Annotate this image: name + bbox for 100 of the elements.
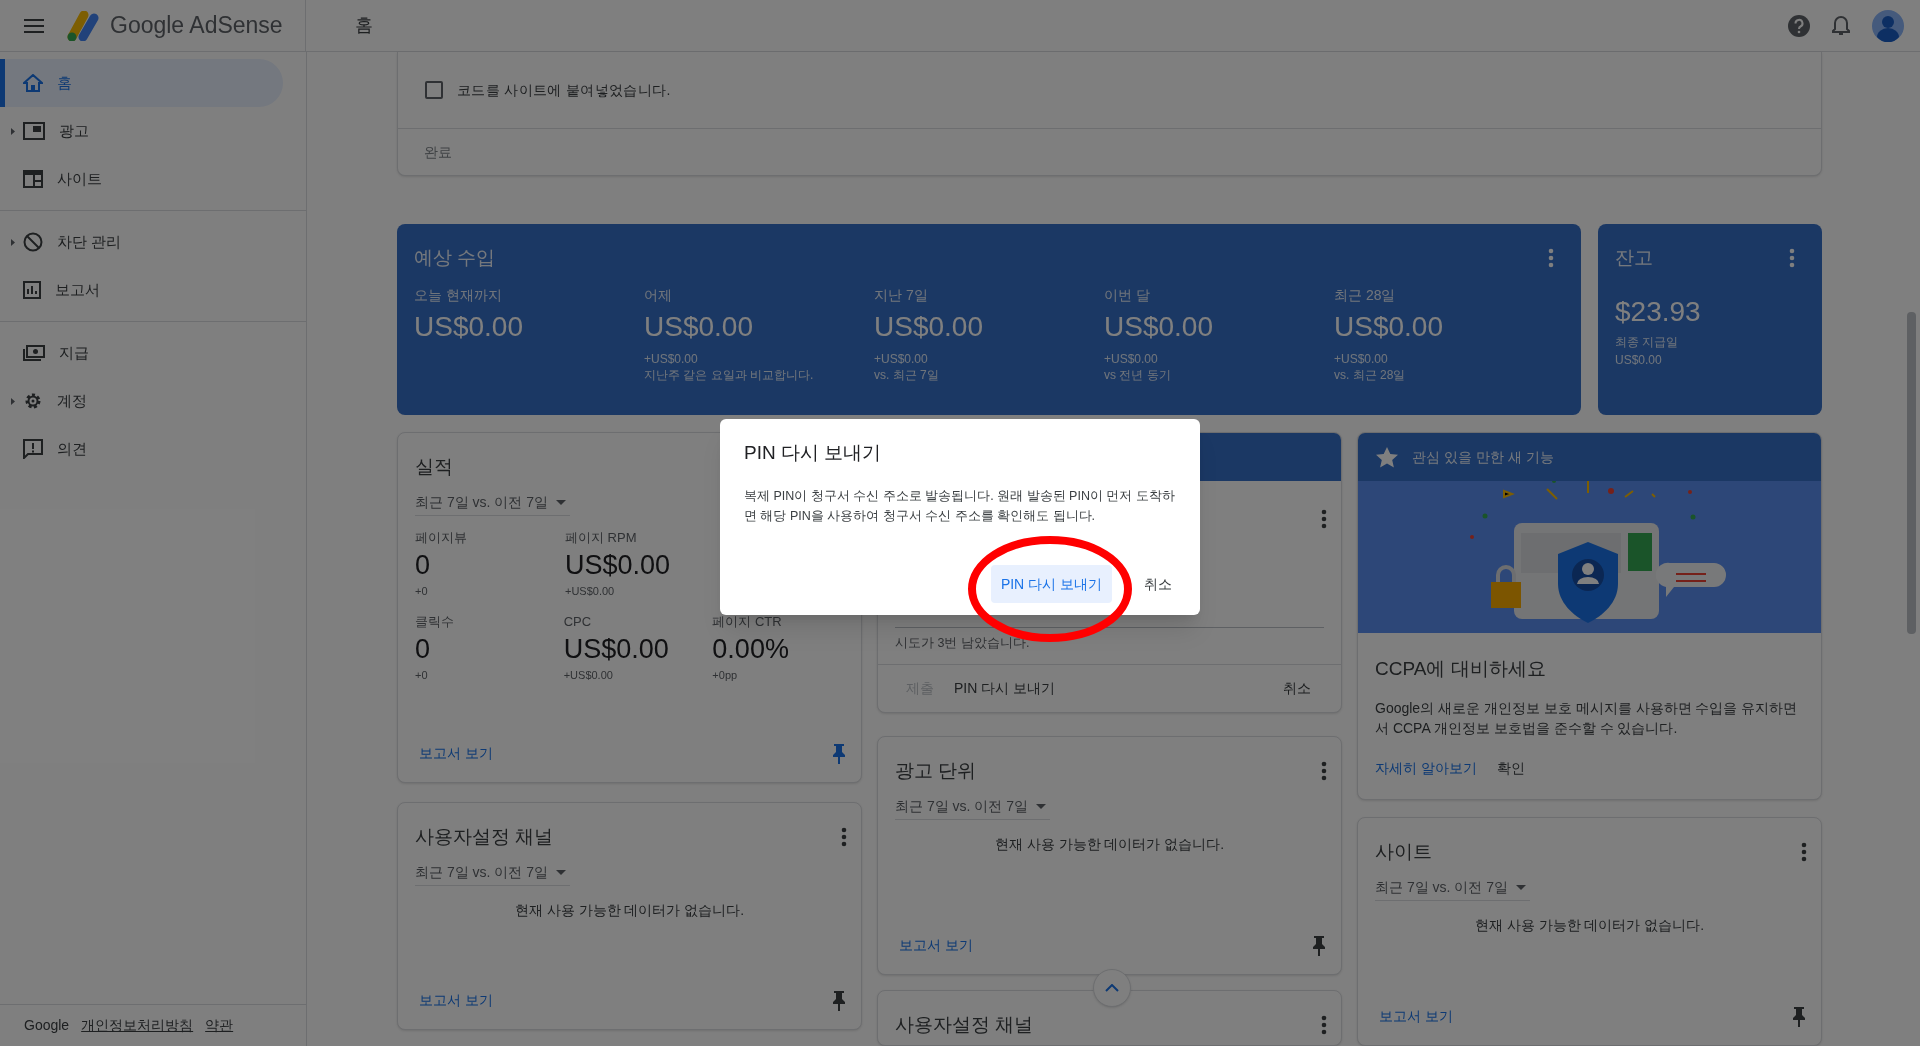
sidebar-item[interactable]: 사이트 <box>0 155 283 203</box>
more-icon[interactable] <box>1789 248 1795 269</box>
attempts-note: 시도가 3번 남았습니다. <box>895 635 1031 652</box>
dialog-button[interactable]: PIN 다시 보내기 <box>990 565 1112 603</box>
metric-delta: +US$0.00 <box>1104 351 1159 367</box>
metric-delta: +0 <box>415 668 429 683</box>
metric-label: 어제 <box>644 285 673 305</box>
card-title: 광고 단위 <box>895 759 977 783</box>
metric-value: US$0.00 <box>1104 309 1214 344</box>
card-title: 사용자설정 채널 <box>895 1013 1034 1037</box>
balance-value: $23.93 <box>1615 294 1702 329</box>
metric-comparison: vs. 최근 7일 <box>874 366 940 383</box>
dialog-title: PIN 다시 보내기 <box>744 441 883 465</box>
dropdown-caret-icon <box>556 869 567 875</box>
more-icon[interactable] <box>1321 509 1327 529</box>
card-title: 잔고 <box>1615 246 1653 270</box>
empty-message: 현재 사용 가능한 데이터가 없습니다. <box>513 900 746 920</box>
notification-bell-icon[interactable] <box>1832 15 1850 36</box>
chevron-up-icon <box>1105 984 1119 992</box>
report-link[interactable]: 보고서 보기 <box>1379 1006 1453 1027</box>
expand-arrow-icon[interactable] <box>11 239 15 246</box>
card-title: 사이트 <box>1375 840 1432 864</box>
ad-panel-icon <box>23 122 45 140</box>
more-icon[interactable] <box>1548 248 1554 269</box>
date-range-dropdown[interactable]: 최근 7일 vs. 이전 7일 <box>415 489 570 516</box>
banknote-icon <box>23 345 45 361</box>
block-icon <box>23 232 43 252</box>
pin-icon[interactable] <box>1791 1006 1807 1027</box>
sidebar-item[interactable]: 광고 <box>0 107 283 155</box>
card-title: 예상 수입 <box>414 246 496 270</box>
metric-label: 지난 7일 <box>874 285 929 305</box>
metric-comparison: vs. 최근 28일 <box>1334 366 1407 383</box>
dropdown-caret-icon <box>556 499 567 505</box>
metric-value: US$0.00 <box>563 633 670 666</box>
metric-value: US$0.00 <box>1334 309 1444 344</box>
date-range-dropdown[interactable]: 최근 7일 vs. 이전 7일 <box>1375 874 1530 901</box>
more-icon[interactable] <box>1801 842 1807 863</box>
feature-action-button[interactable]: 확인 <box>1496 754 1525 783</box>
star-icon <box>1376 446 1398 468</box>
footer-link[interactable]: 약관 <box>205 1015 234 1036</box>
feature-description: Google의 새로운 개인정보 보호 메시지를 사용하면 수입을 유지하면서 CCPA 개인정보 보호법을 준수할 수 있습니다. <box>1375 698 1799 738</box>
empty-message: 현재 사용 가능한 데이터가 없습니다. <box>1473 915 1706 935</box>
expand-arrow-icon[interactable] <box>11 128 15 135</box>
card-action-button[interactable]: 취소 <box>1273 674 1321 703</box>
feature-action-button[interactable]: 자세히 알아보기 <box>1375 754 1477 783</box>
brand-name: Google <box>24 1016 70 1035</box>
more-icon[interactable] <box>1321 761 1327 782</box>
metric-label: 페이지뷰 <box>415 528 468 547</box>
metric-label: 페이지 CTR <box>712 612 783 631</box>
pin-icon[interactable] <box>1311 935 1327 956</box>
metric-label: 이번 달 <box>1104 285 1151 305</box>
more-icon[interactable] <box>1321 1015 1327 1036</box>
more-icon[interactable] <box>841 827 847 848</box>
metric-delta: +0pp <box>712 668 739 683</box>
app-name: Google AdSense <box>110 11 283 41</box>
sidebar-item[interactable]: 홈 <box>0 59 283 107</box>
date-range-dropdown[interactable]: 최근 7일 vs. 이전 7일 <box>895 793 1050 820</box>
metric-delta: +US$0.00 <box>563 668 614 683</box>
metric-comparison: vs 전년 동기 <box>1104 366 1172 383</box>
pin-icon[interactable] <box>831 990 847 1011</box>
feedback-icon <box>23 439 43 459</box>
metric-comparison: 지난주 같은 요일과 비교합니다. <box>644 366 815 383</box>
feature-title: CCPA에 대비하세요 <box>1375 657 1547 681</box>
metric-label: CPC <box>563 612 593 631</box>
metric-value: US$0.00 <box>414 309 524 344</box>
report-link[interactable]: 보고서 보기 <box>419 990 493 1011</box>
sidebar-item[interactable]: 차단 관리 <box>0 218 283 266</box>
window-icon <box>23 170 43 188</box>
logo-icon <box>66 10 100 41</box>
card-action-button[interactable]: PIN 다시 보내기 <box>944 674 1066 703</box>
page-title: 홈 <box>354 14 373 37</box>
metric-value: US$0.00 <box>874 309 984 344</box>
sidebar-item[interactable]: 의견 <box>0 425 283 473</box>
checkbox[interactable] <box>425 81 443 99</box>
avatar-icon[interactable] <box>1872 9 1904 42</box>
settings-icon <box>23 391 43 411</box>
dropdown-caret-icon <box>1516 884 1527 890</box>
metric-value: US$0.00 <box>644 309 754 344</box>
metric-delta: +US$0.00 <box>565 584 616 599</box>
feature-header-text: 관심 있을 만한 새 기능 <box>1412 447 1554 467</box>
dialog-button[interactable]: 취소 <box>1134 565 1182 603</box>
report-link[interactable]: 보고서 보기 <box>899 935 973 956</box>
footer-link[interactable]: 개인정보처리방침 <box>81 1015 194 1036</box>
sidebar-item[interactable]: 보고서 <box>0 266 283 314</box>
card-title: 실적 <box>415 455 453 479</box>
report-link[interactable]: 보고서 보기 <box>419 743 493 764</box>
scrollbar-thumb[interactable] <box>1907 312 1916 634</box>
balance-label: 최종 지급일 <box>1615 333 1680 351</box>
checkbox-label: 코드를 사이트에 붙여넣었습니다. <box>457 80 671 100</box>
help-icon[interactable] <box>1788 14 1810 37</box>
metric-value: US$0.00 <box>565 549 672 582</box>
expand-arrow-icon[interactable] <box>11 398 15 405</box>
pin-icon[interactable] <box>831 743 847 764</box>
metric-label: 클릭수 <box>415 612 455 631</box>
metric-delta: +0 <box>415 584 429 599</box>
sidebar-item[interactable]: 지급 <box>0 329 283 377</box>
date-range-dropdown[interactable]: 최근 7일 vs. 이전 7일 <box>415 859 570 886</box>
metric-label: 페이지 RPM <box>565 528 638 547</box>
sidebar-item[interactable]: 계정 <box>0 377 283 425</box>
menu-icon[interactable] <box>24 18 44 33</box>
